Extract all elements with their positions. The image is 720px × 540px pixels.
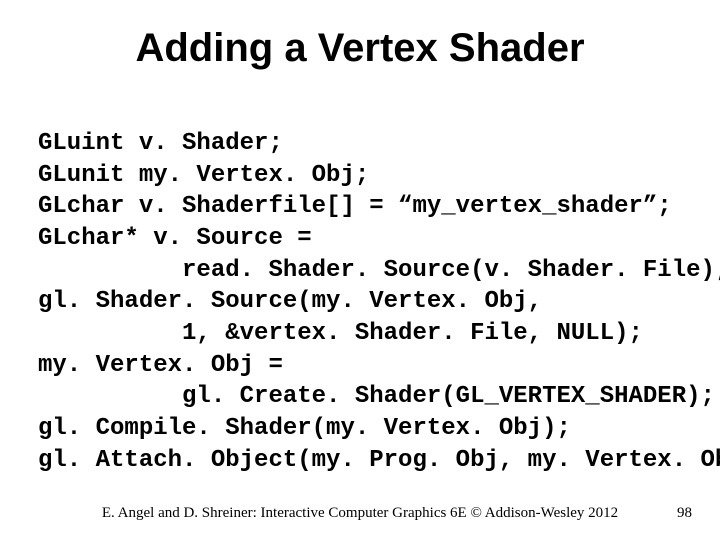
footer-citation: E. Angel and D. Shreiner: Interactive Co…	[0, 505, 720, 522]
page-number: 98	[677, 505, 692, 522]
slide-title: Adding a Vertex Shader	[0, 26, 720, 71]
slide: Adding a Vertex Shader GLuint v. Shader;…	[0, 0, 720, 540]
code-block: GLuint v. Shader; GLunit my. Vertex. Obj…	[38, 128, 690, 476]
